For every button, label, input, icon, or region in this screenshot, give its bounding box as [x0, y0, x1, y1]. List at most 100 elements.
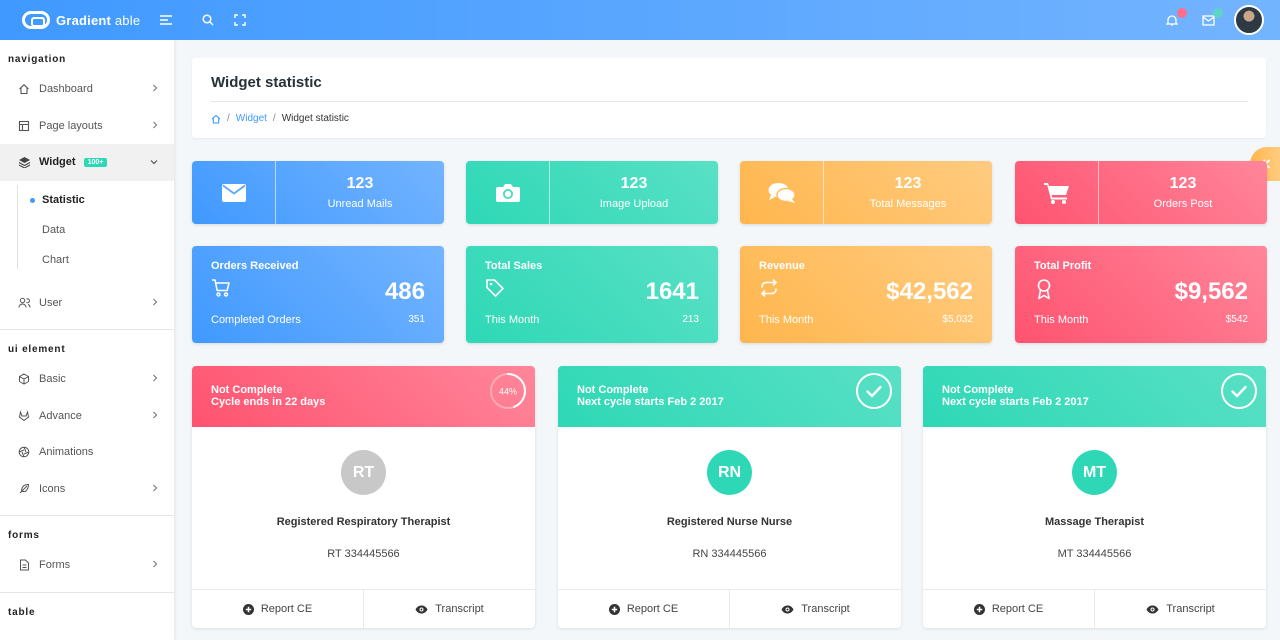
report-ce-label: Report CE [626, 603, 679, 615]
profile-card-header: Not Complete Cycle ends in 22 days 44% [192, 366, 535, 427]
plus-circle-icon [608, 603, 620, 615]
order-card-title: Orders Received [211, 260, 299, 272]
profile-name: Registered Respiratory Therapist [276, 516, 451, 528]
breadcrumb-widget-link[interactable]: Widget [236, 113, 267, 124]
breadcrumb-separator: / [227, 113, 230, 124]
order-card-value: 1641 [645, 278, 699, 305]
fullscreen-icon[interactable] [230, 10, 250, 30]
report-ce-button[interactable]: Report CE [558, 590, 729, 628]
sidebar-item-label: User [39, 296, 63, 309]
box-icon [17, 372, 31, 386]
profile-initials-avatar: RN [707, 450, 752, 495]
profile-status: Not Complete [577, 384, 649, 396]
transcript-button[interactable]: Transcript [363, 590, 535, 628]
sidebar-item-basic[interactable]: Basic [0, 361, 174, 398]
order-card-title: Revenue [759, 260, 805, 272]
logo-icon [22, 11, 50, 29]
profile-cycle-text: Next cycle starts Feb 2 2017 [577, 396, 724, 408]
layout-icon [17, 119, 31, 133]
profile-card-header: Not Complete Next cycle starts Feb 2 201… [558, 366, 901, 427]
profile-code: RN 334445566 [692, 548, 767, 560]
profile-name: Massage Therapist [1044, 516, 1145, 528]
order-card-revenue: Revenue $42,562 This Month $5,032 [740, 246, 992, 343]
order-card-title: Total Sales [485, 260, 543, 272]
stat-tile-value: 123 [894, 175, 922, 192]
search-icon[interactable] [198, 10, 218, 30]
breadcrumb: / Widget / Widget statistic [211, 113, 349, 124]
profile-card-registered-nurse: Not Complete Next cycle starts Feb 2 201… [558, 366, 901, 628]
feather-icon [17, 482, 31, 496]
widget-submenu: Statistic Data Chart [0, 181, 174, 285]
order-card-value: 486 [384, 278, 425, 305]
chevron-down-icon [150, 156, 158, 168]
breadcrumb-separator: / [272, 113, 276, 124]
transcript-label: Transcript [435, 603, 484, 615]
transcript-button[interactable]: Transcript [1094, 590, 1266, 628]
chevron-right-icon [152, 297, 158, 309]
order-card-footer-value: $542 [1225, 314, 1248, 325]
user-avatar[interactable] [1234, 5, 1264, 35]
stat-tile-image-upload: 123 Image Upload [466, 161, 718, 224]
eye-icon [415, 605, 428, 613]
sidebar-item-forms[interactable]: Forms [0, 547, 174, 584]
sidebar-item-dashboard[interactable]: Dashboard [0, 71, 174, 108]
nav-caption-navigation: navigation [8, 54, 67, 65]
camera-icon [495, 184, 520, 202]
sidebar-item-label: Forms [39, 559, 71, 572]
logo-text-light: able [111, 12, 141, 28]
chevron-right-icon [152, 483, 158, 495]
sidebar-item-widget[interactable]: Widget 100+ [0, 144, 174, 181]
order-card-total-profit: Total Profit $9,562 This Month $542 [1015, 246, 1267, 343]
chevron-right-icon [152, 410, 158, 422]
profile-name: Registered Nurse Nurse [666, 516, 793, 528]
stat-tile-label: Unread Mails [327, 198, 393, 210]
progress-ring: 44% [490, 373, 526, 409]
sidebar-item-label: Page layouts [39, 119, 103, 132]
order-card-total-sales: Total Sales 1641 This Month 213 [466, 246, 718, 343]
order-card-footer-label: Completed Orders [211, 314, 301, 326]
home-icon[interactable] [211, 114, 221, 124]
order-card-orders-received: Orders Received 486 Completed Orders 351 [192, 246, 444, 343]
brand-logo[interactable]: Gradient able [22, 11, 150, 29]
profile-card-footer: Report CE Transcript [192, 589, 535, 628]
transcript-button[interactable]: Transcript [729, 590, 901, 628]
sidebar-item-label: Advance [39, 409, 82, 422]
nav-caption-ui-element: ui element [8, 344, 66, 355]
profile-card-respiratory-therapist: Not Complete Cycle ends in 22 days 44% R… [192, 366, 535, 628]
order-card-footer-value: 213 [682, 314, 699, 325]
report-ce-button[interactable]: Report CE [923, 590, 1094, 628]
aperture-icon [17, 445, 31, 459]
sidebar-item-advance[interactable]: Advance [0, 398, 174, 435]
chevron-right-icon [152, 559, 158, 571]
plus-circle-icon [973, 603, 985, 615]
sidebar-subitem-statistic[interactable]: Statistic [0, 185, 174, 215]
mail-icon[interactable] [1198, 8, 1223, 30]
notification-bell-icon[interactable] [1162, 8, 1187, 30]
eye-icon [1146, 605, 1159, 613]
sidebar-item-user[interactable]: User [0, 285, 174, 322]
top-header: Gradient able [0, 0, 1280, 40]
message-dot [1213, 8, 1223, 18]
chevron-right-icon [152, 83, 158, 95]
check-circle-icon [856, 373, 892, 409]
report-ce-button[interactable]: Report CE [192, 590, 363, 628]
menu-toggle-icon[interactable] [156, 10, 176, 30]
sidebar-item-page-layouts[interactable]: Page layouts [0, 108, 174, 145]
profile-card-footer: Report CE Transcript [558, 589, 901, 628]
profile-card-massage-therapist: Not Complete Next cycle starts Feb 2 201… [923, 366, 1266, 628]
stat-tile-value: 123 [620, 175, 648, 192]
sidebar-subitem-data[interactable]: Data [0, 215, 174, 245]
widget-count-badge: 100+ [83, 157, 108, 167]
order-card-footer-label: This Month [1034, 314, 1089, 326]
stat-tile-orders-post: 123 Orders Post [1015, 161, 1267, 224]
home-icon [17, 82, 31, 96]
order-card-footer-value: $5,032 [942, 314, 973, 325]
envelope-icon [221, 183, 246, 202]
sidebar-subitem-chart[interactable]: Chart [0, 245, 174, 275]
profile-code: MT 334445566 [1057, 548, 1132, 560]
sidebar-item-animations[interactable]: Animations [0, 434, 174, 471]
layers-icon [17, 155, 31, 169]
sidebar-item-icons[interactable]: Icons [0, 471, 174, 508]
page-header-divider [211, 101, 1248, 102]
profile-card-header: Not Complete Next cycle starts Feb 2 201… [923, 366, 1266, 427]
